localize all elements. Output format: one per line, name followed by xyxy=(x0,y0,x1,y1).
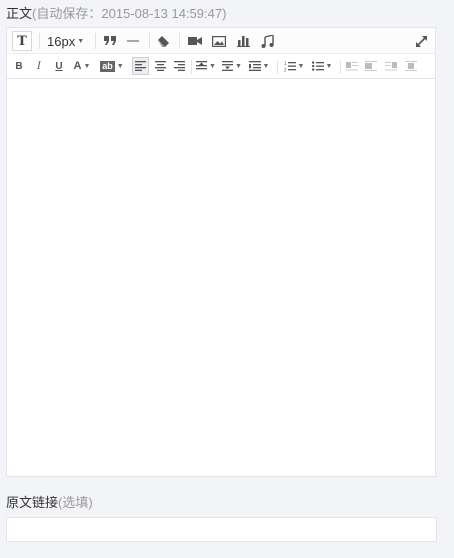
underline-label: U xyxy=(55,60,63,72)
autosave-close-paren: ) xyxy=(222,6,227,21)
align-center-button[interactable] xyxy=(152,56,168,76)
align-right-icon xyxy=(173,61,185,71)
image-icon xyxy=(212,35,226,47)
fullscreen-button[interactable] xyxy=(413,31,429,51)
ordered-list-button[interactable]: 1 2 ▼ xyxy=(282,56,306,76)
line-height-icon xyxy=(248,61,261,71)
chevron-down-icon: ▼ xyxy=(116,62,124,70)
insert-chart-button[interactable] xyxy=(234,31,252,51)
chevron-down-icon: ▼ xyxy=(77,37,85,45)
svg-text:2: 2 xyxy=(284,67,287,72)
font-size-select[interactable]: 16px ▼ xyxy=(47,31,87,51)
font-color-button[interactable]: A ▼ xyxy=(70,56,94,76)
chevron-down-icon: ▼ xyxy=(297,62,305,70)
toolbar-separator xyxy=(95,33,96,49)
italic-label: I xyxy=(37,60,41,72)
chevron-down-icon: ▼ xyxy=(235,62,242,70)
optional-hint-close-paren: ) xyxy=(88,495,93,510)
image-float-right-button[interactable] xyxy=(383,56,399,76)
optional-hint: 选填 xyxy=(62,495,89,510)
insert-video-button[interactable] xyxy=(186,31,204,51)
quote-button[interactable] xyxy=(102,31,118,51)
align-left-icon xyxy=(135,61,146,71)
image-float-left-button[interactable] xyxy=(344,56,360,76)
paragraph-spacing-bottom-button[interactable]: ▼ xyxy=(221,56,243,76)
ordered-list-icon: 12 xyxy=(284,61,296,72)
toolbar-separator xyxy=(39,33,40,49)
eraser-icon xyxy=(157,35,169,47)
highlight-label: ab xyxy=(100,60,115,72)
align-center-icon xyxy=(154,61,166,71)
font-color-label: A xyxy=(73,60,82,72)
bold-label: B xyxy=(15,60,23,72)
body-field-label: 正文(自动保存：2015-08-13 14:59:47) xyxy=(6,6,226,22)
unordered-list-button[interactable]: ▼ xyxy=(310,56,334,76)
paragraph-spacing-top-button[interactable]: ▼ xyxy=(195,56,217,76)
float-right-icon xyxy=(385,62,397,71)
chevron-down-icon: ▼ xyxy=(325,62,333,70)
chevron-down-icon: ▼ xyxy=(209,62,216,70)
spacing-bottom-icon xyxy=(222,61,234,71)
underline-button[interactable]: U xyxy=(52,56,66,76)
insert-image-button[interactable] xyxy=(210,31,228,51)
editor-toolbar-primary: T 16px ▼ xyxy=(7,28,435,54)
toolbar-separator xyxy=(149,33,150,49)
bold-button[interactable]: B xyxy=(12,56,26,76)
insert-music-button[interactable] xyxy=(258,31,276,51)
toolbar-separator xyxy=(277,60,278,74)
clear-format-button[interactable] xyxy=(155,31,171,51)
toolbar-separator xyxy=(340,60,341,74)
highlight-color-button[interactable]: ab ▼ xyxy=(99,56,125,76)
fullscreen-icon xyxy=(415,35,427,47)
float-center-icon xyxy=(405,61,417,71)
unordered-list-icon xyxy=(311,60,324,71)
text-style-icon: T xyxy=(12,31,32,51)
rich-text-editor: T 16px ▼ B I U A ▼ ab ▼ ▼ ▼ ▼ 1 2 ▼ ▼ xyxy=(6,27,436,477)
source-link-input[interactable] xyxy=(6,517,437,542)
font-size-value: 16px xyxy=(47,33,76,49)
autosave-status: 自动保存：2015-08-13 14:59:47 xyxy=(36,6,223,21)
italic-button[interactable]: I xyxy=(32,56,46,76)
video-icon xyxy=(188,37,202,45)
image-center-button[interactable] xyxy=(403,56,419,76)
float-none-icon xyxy=(365,61,377,71)
float-left-icon xyxy=(346,62,358,71)
image-float-none-button[interactable] xyxy=(363,56,379,76)
chevron-down-icon: ▼ xyxy=(262,62,270,70)
chevron-down-icon: ▼ xyxy=(83,62,91,70)
horizontal-rule-button[interactable] xyxy=(125,31,141,51)
editor-toolbar-secondary: B I U A ▼ ab ▼ ▼ ▼ ▼ 1 2 ▼ ▼ xyxy=(7,54,435,79)
body-label-text: 正文 xyxy=(6,6,33,21)
toolbar-separator xyxy=(179,33,180,49)
chart-icon xyxy=(236,36,250,47)
line-height-button[interactable]: ▼ xyxy=(247,56,271,76)
spacing-top-icon xyxy=(196,61,208,70)
source-link-label: 原文链接(选填) xyxy=(6,495,93,511)
align-right-button[interactable] xyxy=(171,56,187,76)
svg-text:1: 1 xyxy=(284,61,287,66)
editor-content-area[interactable] xyxy=(7,79,435,476)
toolbar-separator xyxy=(191,60,192,74)
horizontal-rule-icon xyxy=(127,40,139,42)
quote-icon xyxy=(104,36,116,45)
text-style-button[interactable]: T xyxy=(12,31,32,51)
source-link-label-text: 原文链接 xyxy=(6,495,59,510)
align-left-button[interactable] xyxy=(132,57,149,75)
music-icon xyxy=(261,34,274,48)
